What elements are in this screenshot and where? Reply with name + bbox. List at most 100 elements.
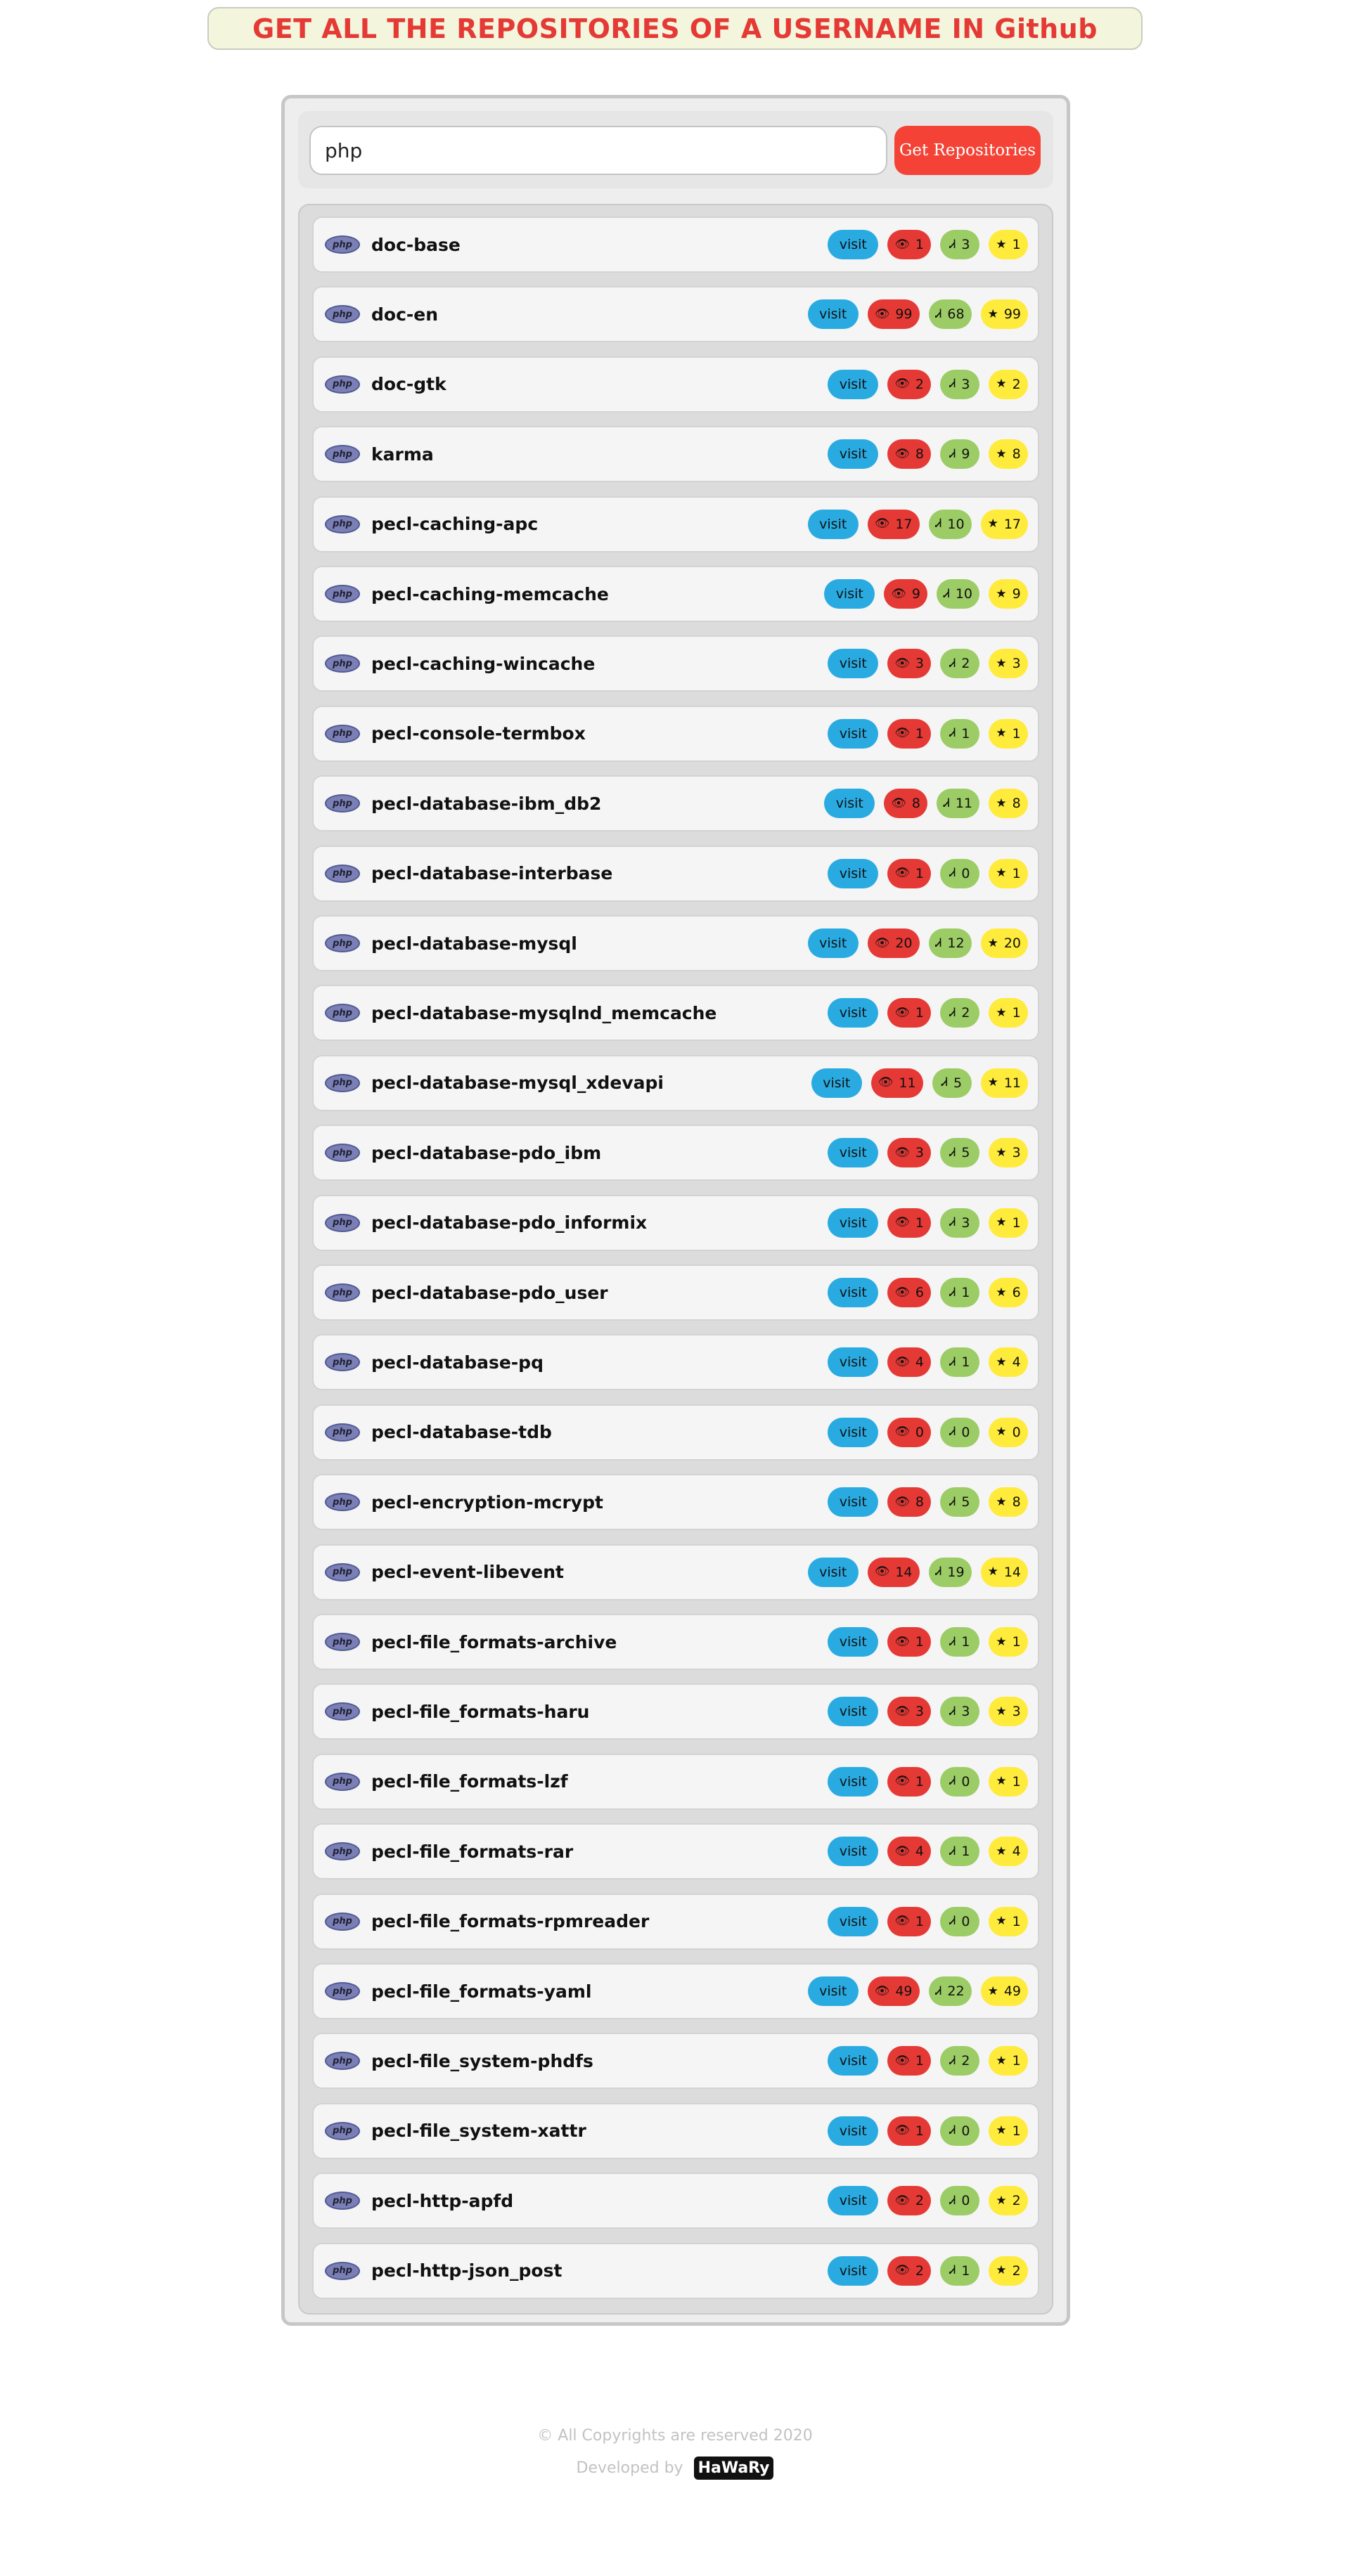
forks-count: 3 [961, 237, 970, 252]
forks-badge: Ꮧ 0 [940, 858, 979, 888]
fork-icon: Ꮧ [949, 1914, 956, 1929]
visit-button[interactable]: visit [828, 649, 879, 679]
star-icon: ★ [996, 656, 1007, 671]
watchers-badge: 👁 6 [887, 1278, 931, 1307]
eye-icon: 👁 [894, 866, 910, 881]
visit-button[interactable]: visit [828, 1766, 879, 1797]
watchers-badge: 👁 3 [887, 1138, 931, 1168]
watchers-badge: 👁 1 [887, 230, 931, 259]
repo-name: pecl-file_formats-archive [371, 1631, 617, 1652]
search-bar: Get Repositories [298, 111, 1053, 188]
repo-stats: visit 👁 99 Ꮧ 68 ★ 99 [807, 299, 1028, 330]
visit-button[interactable]: visit [807, 1976, 859, 2006]
forks-badge: Ꮧ 2 [940, 649, 979, 679]
visit-button[interactable]: visit [828, 1906, 879, 1936]
forks-count: 2 [961, 2053, 970, 2069]
repo-name: pecl-database-pdo_ibm [371, 1142, 602, 1163]
visit-button[interactable]: visit [828, 1138, 879, 1168]
watchers-badge: 👁 0 [887, 1417, 931, 1447]
stars-count: 0 [1012, 1424, 1021, 1440]
visit-button[interactable]: visit [824, 579, 875, 609]
visit-button[interactable]: visit [828, 230, 879, 259]
php-logo-icon: php [325, 235, 360, 254]
repo-row: php pecl-file_system-xattr visit 👁 1 Ꮧ 0… [312, 2102, 1039, 2159]
visit-button[interactable]: visit [828, 718, 879, 749]
stars-count: 1 [1012, 2053, 1021, 2069]
visit-button[interactable]: visit [807, 928, 859, 958]
stars-badge: ★ 1 [989, 998, 1028, 1028]
eye-icon: 👁 [894, 2123, 910, 2138]
visit-button[interactable]: visit [824, 789, 875, 819]
visit-button[interactable]: visit [828, 1487, 879, 1517]
username-input[interactable] [309, 126, 887, 175]
repo-row: php doc-gtk visit 👁 2 Ꮧ 3 ★ 2 [312, 356, 1039, 413]
visit-button[interactable]: visit [828, 2255, 879, 2286]
fork-icon: Ꮧ [949, 1774, 956, 1789]
watchers-badge: 👁 1 [887, 2046, 931, 2076]
forks-count: 1 [961, 1634, 970, 1650]
visit-button[interactable]: visit [807, 299, 859, 330]
forks-badge: Ꮧ 0 [940, 1417, 979, 1447]
repo-name: pecl-database-interbase [371, 863, 613, 884]
visit-button[interactable]: visit [828, 1208, 879, 1238]
visit-button[interactable]: visit [828, 2116, 879, 2146]
fork-icon: Ꮧ [949, 2123, 956, 2138]
php-logo-icon: php [325, 1073, 360, 1092]
repo-row: php pecl-caching-wincache visit 👁 3 Ꮧ 2 … [312, 635, 1039, 692]
repo-name: pecl-event-libevent [371, 1562, 564, 1583]
watchers-badge: 👁 8 [884, 789, 927, 819]
eye-icon: 👁 [894, 1704, 910, 1719]
repo-stats: visit 👁 0 Ꮧ 0 ★ 0 [828, 1417, 1028, 1447]
forks-count: 19 [947, 1564, 965, 1580]
forks-count: 1 [961, 1285, 970, 1300]
repo-name: pecl-database-mysql_xdevapi [371, 1073, 664, 1094]
eye-icon: 👁 [874, 306, 890, 321]
watchers-badge: 👁 9 [884, 579, 927, 609]
forks-count: 22 [947, 1983, 965, 1999]
visit-button[interactable]: visit [828, 1347, 879, 1378]
stars-count: 2 [1012, 376, 1021, 392]
watchers-badge: 👁 14 [867, 1557, 920, 1587]
visit-button[interactable]: visit [828, 1417, 879, 1447]
visit-button[interactable]: visit [807, 1557, 859, 1587]
forks-count: 10 [947, 516, 965, 532]
visit-button[interactable]: visit [828, 1627, 879, 1657]
repo-row: php pecl-http-apfd visit 👁 2 Ꮧ 0 ★ 2 [312, 2173, 1039, 2229]
forks-badge: Ꮧ 0 [940, 2116, 979, 2146]
visit-button[interactable]: visit [828, 2186, 879, 2216]
visit-button[interactable]: visit [828, 1837, 879, 1867]
forks-badge: Ꮧ 0 [940, 1766, 979, 1797]
stars-count: 1 [1012, 725, 1021, 742]
visit-button[interactable]: visit [828, 1697, 879, 1727]
fork-icon: Ꮧ [943, 796, 950, 810]
watchers-count: 14 [895, 1564, 913, 1580]
stars-badge: ★ 1 [989, 230, 1028, 259]
eye-icon: 👁 [894, 2053, 910, 2068]
visit-button[interactable]: visit [807, 509, 859, 539]
stars-badge: ★ 8 [989, 789, 1028, 819]
watchers-badge: 👁 20 [867, 928, 920, 958]
repo-row: php pecl-database-pq visit 👁 4 Ꮧ 1 ★ 4 [312, 1334, 1039, 1391]
php-logo-icon: php [325, 585, 360, 603]
get-repositories-button[interactable]: Get Repositories [894, 126, 1041, 175]
visit-button[interactable]: visit [828, 858, 879, 888]
stars-count: 3 [1012, 1145, 1021, 1161]
visit-button[interactable]: visit [828, 1278, 879, 1307]
repo-name: pecl-database-pdo_user [371, 1282, 608, 1303]
visit-button[interactable]: visit [828, 439, 879, 470]
developer-badge[interactable]: HaWaRy [693, 2457, 774, 2480]
php-logo-icon: php [325, 1982, 360, 2000]
visit-button[interactable]: visit [828, 2046, 879, 2076]
repo-stats: visit 👁 3 Ꮧ 2 ★ 3 [828, 649, 1028, 679]
eye-icon: 👁 [894, 377, 910, 391]
visit-button[interactable]: visit [828, 369, 879, 399]
repo-stats: visit 👁 2 Ꮧ 3 ★ 2 [828, 369, 1028, 399]
eye-icon: 👁 [878, 1075, 894, 1090]
forks-badge: Ꮧ 5 [932, 1068, 972, 1098]
repo-stats: visit 👁 1 Ꮧ 1 ★ 1 [828, 718, 1028, 749]
watchers-count: 4 [915, 1844, 924, 1860]
stars-badge: ★ 3 [989, 1697, 1028, 1727]
php-logo-icon: php [325, 1423, 360, 1442]
visit-button[interactable]: visit [811, 1068, 862, 1098]
visit-button[interactable]: visit [828, 998, 879, 1028]
